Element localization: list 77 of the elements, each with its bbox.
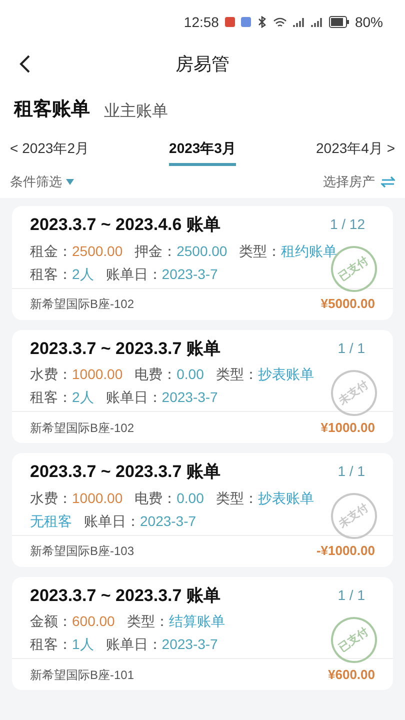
field-label: 类型： bbox=[216, 488, 258, 508]
field-label: 账单日： bbox=[106, 264, 162, 284]
field-label: 水费： bbox=[30, 488, 72, 508]
bill-period: 2023.3.7 ~ 2023.3.7 账单 bbox=[30, 584, 220, 606]
field-label: 账单日： bbox=[106, 635, 162, 654]
signal-icon bbox=[310, 17, 323, 27]
field-value: 抄表账单 bbox=[258, 365, 314, 384]
bill-total: ¥600.00 bbox=[328, 666, 375, 684]
field-label: 类型： bbox=[126, 612, 169, 631]
app-notification-icon bbox=[240, 17, 251, 27]
month-tab[interactable]: 2023年4月 > bbox=[316, 138, 395, 166]
tab[interactable]: 业主账单 bbox=[104, 100, 168, 124]
field-value: 结算账单 bbox=[168, 612, 225, 631]
field-value: 无租客 bbox=[30, 512, 72, 530]
back-icon[interactable] bbox=[19, 54, 31, 74]
bill-period: 2023.3.7 ~ 2023.3.7 账单 bbox=[30, 461, 220, 483]
field-value: 2人 bbox=[72, 264, 94, 284]
field-label: 金额： bbox=[30, 612, 72, 631]
stamp-text: 已支付 bbox=[336, 253, 372, 286]
bluetooth-icon bbox=[256, 16, 267, 28]
bill-period: 2023.3.7 ~ 2023.4.6 账单 bbox=[30, 214, 220, 236]
signal-icon bbox=[292, 17, 305, 27]
swap-icon[interactable] bbox=[381, 176, 395, 188]
field-value: 1000.00 bbox=[72, 488, 123, 508]
field-value: 2500.00 bbox=[176, 242, 228, 260]
property-name: 新希望国际B座-102 bbox=[30, 420, 134, 436]
caret-icon[interactable] bbox=[66, 179, 74, 185]
bill-count: 1 / 12 bbox=[330, 215, 365, 234]
field-label: 电费： bbox=[134, 365, 177, 384]
field-label: 账单日： bbox=[84, 512, 140, 530]
field-value: 0.00 bbox=[176, 365, 204, 384]
field-value: 0.00 bbox=[176, 488, 204, 508]
field-label: 类型： bbox=[216, 365, 258, 384]
field-value: 2500.00 bbox=[72, 242, 123, 260]
field-label: 账单日： bbox=[106, 388, 162, 407]
bill-total: ¥1000.00 bbox=[320, 418, 375, 437]
field-label: 租金： bbox=[30, 242, 72, 260]
stamp-text: 已支付 bbox=[336, 624, 372, 656]
field-value: 租约账单 bbox=[281, 242, 338, 260]
field-value: 2023-3-7 bbox=[162, 388, 218, 407]
property-name: 新希望国际B座-102 bbox=[30, 296, 134, 313]
bill-total: ¥5000.00 bbox=[320, 295, 375, 314]
field-value: 2人 bbox=[72, 388, 94, 407]
wifi-icon bbox=[272, 16, 287, 28]
month-tab[interactable]: 2023年3月 bbox=[169, 138, 236, 166]
field-label: 类型： bbox=[239, 242, 282, 260]
field-value: 2023-3-7 bbox=[140, 512, 196, 530]
field-label: 押金： bbox=[134, 242, 177, 260]
field-label: 租客： bbox=[30, 264, 72, 284]
page-title: 房易管 bbox=[176, 52, 230, 76]
battery-icon bbox=[328, 16, 349, 28]
field-label: 租客： bbox=[30, 635, 72, 654]
bill-period: 2023.3.7 ~ 2023.3.7 账单 bbox=[30, 338, 220, 360]
field-value: 1000.00 bbox=[72, 365, 123, 384]
bill-count: 1 / 1 bbox=[338, 586, 365, 605]
field-label: 电费： bbox=[134, 488, 177, 508]
field-label: 租客： bbox=[30, 388, 72, 407]
field-value: 1人 bbox=[72, 635, 94, 654]
field-value: 600.00 bbox=[72, 612, 115, 631]
field-value: 2023-3-7 bbox=[162, 635, 218, 654]
bill-card[interactable]: 2023.3.7 ~ 2023.4.6 账单 1 / 12 租金：2500.00 押金：2500.00 类型：租约账单 租客：2人 账单日：2023-3-7 已支付 新希望国际B座-102 ¥5000.00 bbox=[12, 206, 393, 320]
month-tab[interactable]: < 2023年2月 bbox=[10, 138, 89, 166]
property-name: 新希望国际B座-101 bbox=[30, 666, 134, 684]
property-name: 新希望国际B座-103 bbox=[30, 543, 134, 560]
bill-count: 1 / 1 bbox=[338, 462, 365, 482]
field-value: 抄表账单 bbox=[258, 488, 314, 508]
bill-total: -¥1000.00 bbox=[316, 542, 375, 560]
field-label: 水费： bbox=[30, 365, 72, 384]
bill-count: 1 / 1 bbox=[338, 338, 365, 358]
property-selector[interactable]: 选择房产 bbox=[323, 172, 395, 192]
tab[interactable]: 租客账单 bbox=[14, 96, 90, 124]
status-time: 12:58 bbox=[184, 12, 219, 32]
filter-button[interactable]: 条件筛选 bbox=[10, 172, 74, 192]
battery-level: 80% bbox=[354, 12, 383, 32]
field-value: 2023-3-7 bbox=[162, 264, 218, 284]
bill-card[interactable]: 2023.3.7 ~ 2023.3.7 账单 1 / 1 金额：600.00 类型：结算账单 租客：1人 账单日：2023-3-7 已支付 新希望国际B座-101 ¥600.00 bbox=[12, 576, 393, 690]
app-notification-icon bbox=[224, 17, 235, 27]
